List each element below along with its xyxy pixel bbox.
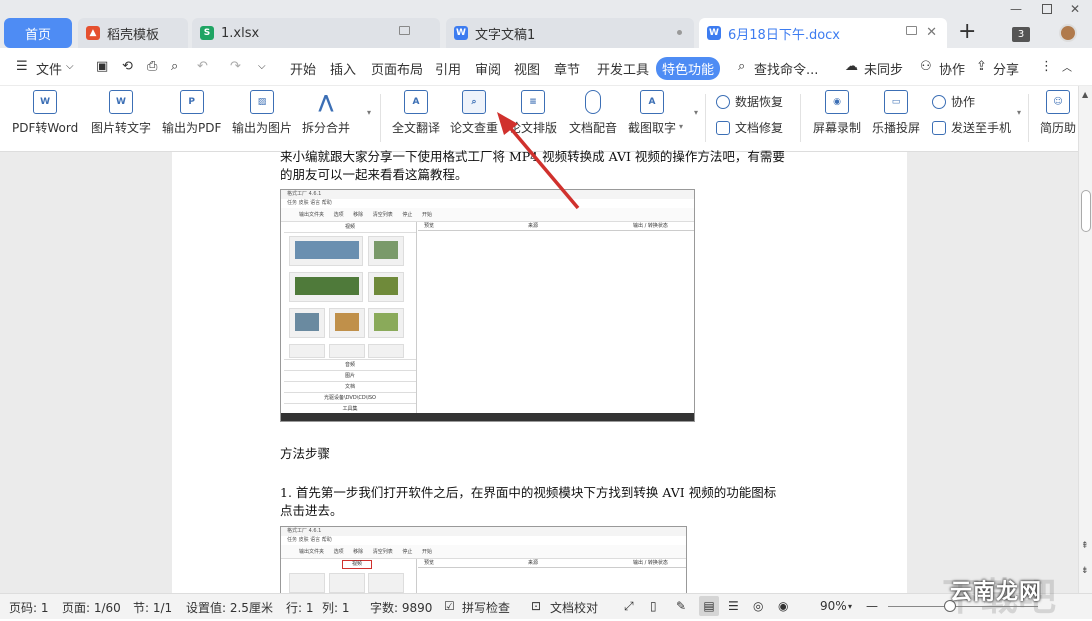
scroll-up-icon[interactable]: ▲ bbox=[1082, 90, 1088, 99]
annotation-arrow bbox=[497, 112, 580, 210]
page-number[interactable]: 页码: 1 bbox=[9, 599, 49, 616]
spellcheck-button[interactable]: 拼写检查 bbox=[462, 599, 510, 616]
word-count[interactable]: 字数: 9890 bbox=[370, 599, 432, 616]
eye-protect-icon[interactable]: ◉ bbox=[778, 599, 788, 613]
status-bar: 页码: 1 页面: 1/60 节: 1/1 设置值: 2.5厘米 行: 1 列:… bbox=[0, 593, 1092, 619]
proofread-icon[interactable]: ⊡ bbox=[531, 599, 541, 613]
zoom-chevron-icon[interactable]: ▾ bbox=[848, 602, 852, 611]
zoom-out-icon[interactable]: — bbox=[866, 599, 878, 613]
fullscreen-icon[interactable]: ⤢ bbox=[624, 599, 634, 614]
section-count[interactable]: 节: 1/1 bbox=[133, 599, 172, 616]
row-number: 行: 1 bbox=[286, 601, 314, 615]
pen-icon[interactable]: ✎ bbox=[676, 599, 686, 613]
proofread-button[interactable]: 文档校对 bbox=[550, 599, 598, 616]
zoom-level[interactable]: 90% bbox=[820, 599, 847, 613]
web-view-icon[interactable]: ◎ bbox=[753, 599, 763, 613]
column-number: 列: 1 bbox=[322, 601, 350, 615]
spellcheck-icon[interactable]: ☑ bbox=[444, 599, 455, 613]
setting-value[interactable]: 设置值: 2.5厘米 bbox=[186, 599, 273, 616]
vertical-scrollbar[interactable]: ▲ ▴ ⇞ ⇟ bbox=[1078, 86, 1092, 593]
page-up-icon[interactable]: ⇞ bbox=[1081, 541, 1089, 551]
page-down-icon[interactable]: ⇟ bbox=[1081, 566, 1089, 576]
outline-view-icon[interactable]: ☰ bbox=[728, 599, 739, 613]
page-view-icon[interactable]: ▤ bbox=[699, 596, 719, 616]
page-count[interactable]: 页面: 1/60 bbox=[62, 599, 121, 616]
watermark-text: 云南龙网 bbox=[950, 580, 1043, 605]
read-mode-icon[interactable]: ▯ bbox=[650, 599, 657, 613]
scrollbar-thumb[interactable] bbox=[1081, 190, 1091, 232]
